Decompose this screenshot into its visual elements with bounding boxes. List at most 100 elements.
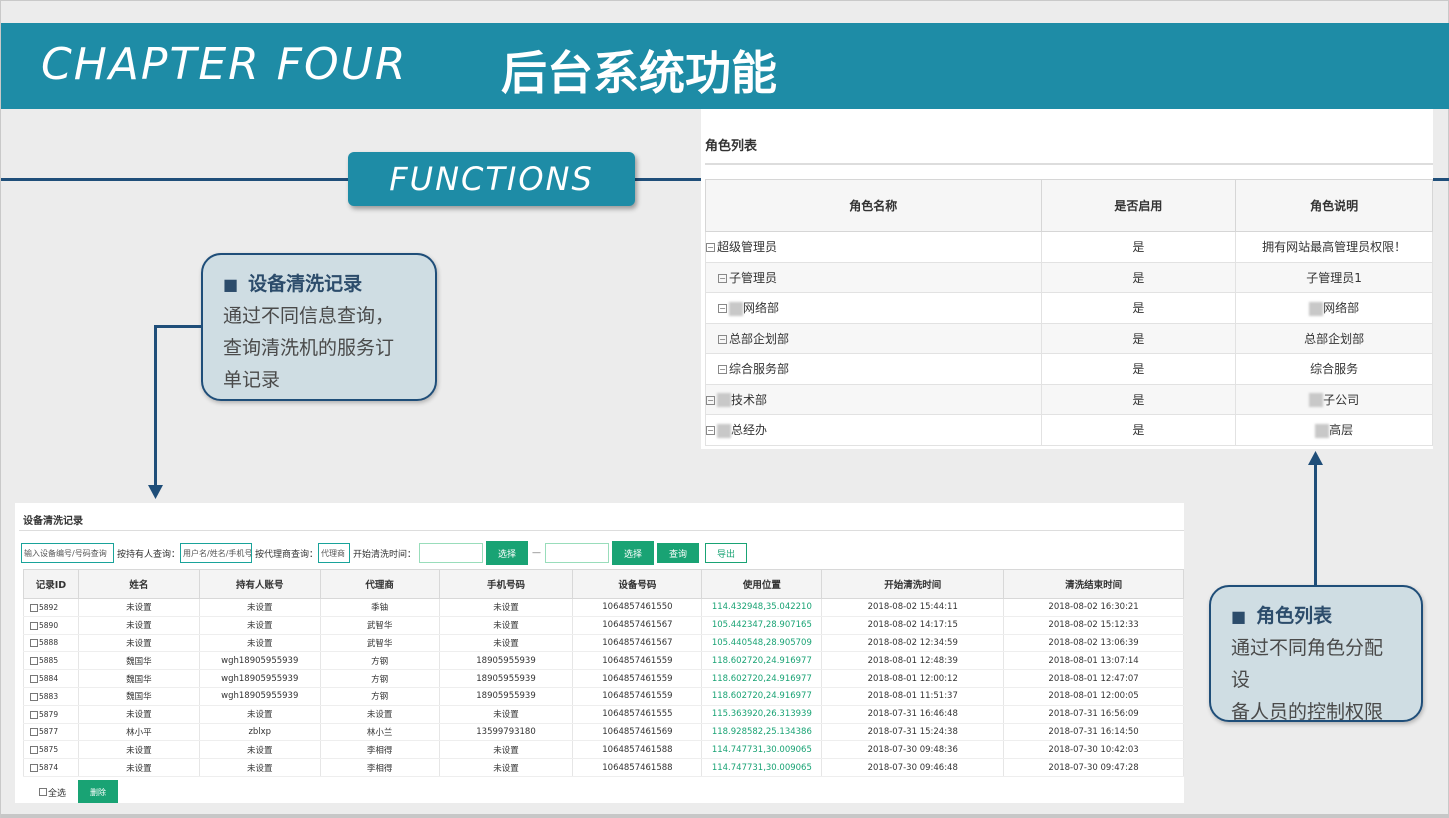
- connector-line: [1314, 463, 1317, 585]
- role-enabled: 是: [1040, 231, 1237, 263]
- role-name-cell: − 超级管理员: [705, 231, 1042, 263]
- role-name: 综合服务部: [729, 362, 790, 377]
- cell-holder-account: 未设置: [198, 598, 321, 617]
- end-time-input[interactable]: [545, 543, 610, 563]
- tree-collapse-icon[interactable]: −: [718, 273, 727, 283]
- role-row[interactable]: − 网络部 是 网络部: [705, 292, 1433, 324]
- arrow-up-icon: [1308, 451, 1323, 465]
- agent-search-input[interactable]: 代理商: [318, 543, 351, 563]
- delete-button[interactable]: 删除: [78, 780, 119, 803]
- table-row[interactable]: 5890 未设置 未设置 武智华 未设置 1064857461567 105.442347,…: [23, 616, 1184, 635]
- cell-agent: 武智华: [319, 634, 440, 653]
- cell-agent: 季铀: [319, 598, 440, 617]
- cell-name: 魏国华: [77, 669, 200, 688]
- tree-collapse-icon[interactable]: −: [706, 426, 715, 436]
- device-search-placeholder: 输入设备编号/号码查询: [24, 548, 107, 558]
- role-row[interactable]: − 综合服务部 是 综合服务: [705, 353, 1433, 385]
- table-row[interactable]: 5888 未设置 未设置 武智华 未设置 1064857461567 105.440548,…: [23, 634, 1184, 653]
- role-name-cell: − 总经办: [705, 414, 1042, 446]
- cell-end-time: 2018-08-01 12:00:05: [1003, 687, 1184, 706]
- role-table-header: 角色名称 是否启用 角色说明: [705, 179, 1433, 232]
- row-checkbox[interactable]: [30, 603, 38, 612]
- table-row[interactable]: 5877 林小平 zblxp 林小兰 13599793180 1064857461569 1…: [23, 723, 1184, 742]
- row-checkbox[interactable]: [30, 728, 38, 737]
- row-checkbox[interactable]: [30, 764, 38, 773]
- cell-device-number: 1064857461559: [572, 651, 703, 671]
- agent-label: 按代理商查询：: [255, 549, 319, 560]
- cell-start-time: 2018-08-02 15:44:11: [821, 598, 1005, 617]
- select-start-button[interactable]: 选择: [486, 541, 529, 565]
- role-table: 角色名称 是否启用 角色说明 − 超级管理员 是 拥有网站最高管理员权限！ − 子管…: [705, 179, 1433, 446]
- table-row[interactable]: 5884 魏国华 wgh18905955939 方钢 18905955939 106485…: [23, 669, 1184, 688]
- holder-label: 按持有人查询：: [117, 549, 181, 560]
- callout-body: 通过不同信息查询， 查询清洗机的服务订 单记录: [223, 300, 415, 396]
- cell-agent: 方钢: [319, 651, 440, 671]
- start-time-input[interactable]: [419, 543, 484, 563]
- table-row[interactable]: 5879 未设置 未设置 未设置 未设置 1064857461555 115.363920,…: [23, 705, 1184, 724]
- row-checkbox[interactable]: [30, 710, 38, 719]
- export-button[interactable]: 导出: [705, 543, 748, 563]
- tree-collapse-icon[interactable]: −: [718, 365, 727, 375]
- select-all-label: 全选: [48, 788, 67, 799]
- cell-location: 114.432948,35.042210: [701, 598, 823, 617]
- role-row[interactable]: − 总经办 是 高层: [705, 414, 1433, 446]
- cell-phone: 未设置: [438, 634, 574, 653]
- role-row[interactable]: − 超级管理员 是 拥有网站最高管理员权限！: [705, 231, 1433, 263]
- table-row[interactable]: 5892 未设置 未设置 季铀 未设置 1064857461550 114.432948,3…: [23, 598, 1184, 617]
- table-row[interactable]: 5883 魏国华 wgh18905955939 方钢 18905955939 106485…: [23, 687, 1184, 706]
- cell-name: 未设置: [77, 740, 200, 760]
- role-enabled: 是: [1040, 414, 1237, 446]
- row-checkbox[interactable]: [30, 746, 38, 755]
- holder-search-input[interactable]: 用户名/姓名/手机号: [180, 543, 253, 563]
- cell-holder-account: 未设置: [198, 758, 321, 777]
- cell-start-time: 2018-07-31 15:24:38: [821, 723, 1005, 742]
- tree-collapse-icon[interactable]: −: [706, 243, 715, 253]
- tree-collapse-icon[interactable]: −: [706, 395, 715, 405]
- callout-cleaning-records: ■ 设备清洗记录 通过不同信息查询， 查询清洗机的服务订 单记录: [201, 253, 437, 401]
- role-name: 网络部: [743, 301, 780, 316]
- cell-end-time: 2018-08-02 13:06:39: [1003, 634, 1184, 653]
- select-end-button[interactable]: 选择: [612, 541, 655, 565]
- role-header-enabled: 是否启用: [1040, 179, 1237, 232]
- role-name: 总经办: [731, 423, 768, 438]
- connector-line: [154, 325, 201, 328]
- row-checkbox[interactable]: [30, 692, 38, 701]
- role-list-screenshot: 角色列表 角色名称 是否启用 角色说明 − 超级管理员 是 拥有网站最高管理员权限…: [701, 109, 1433, 449]
- agent-search-placeholder: 代理商: [321, 548, 346, 558]
- table-row[interactable]: 5885 魏国华 wgh18905955939 方钢 18905955939 106485…: [23, 651, 1184, 671]
- chapter-title-cn: 后台系统功能: [501, 46, 777, 100]
- row-checkbox[interactable]: [30, 675, 38, 684]
- start-time-label: 开始清洗时间：: [353, 549, 417, 560]
- cell-name: 魏国华: [77, 687, 200, 706]
- record-id-text: 5885: [39, 656, 59, 666]
- cell-location: 118.928582,25.134386: [701, 723, 823, 742]
- square-bullet-icon: ■: [1231, 607, 1247, 626]
- cell-record-id: 5888: [23, 634, 79, 653]
- role-name: 总部企划部: [729, 331, 790, 346]
- device-search-input[interactable]: 输入设备编号/号码查询: [21, 543, 114, 563]
- role-name: 超级管理员: [717, 240, 778, 255]
- role-row[interactable]: − 技术部 是 子公司: [705, 383, 1433, 415]
- row-checkbox[interactable]: [30, 639, 38, 648]
- role-name: 子管理员: [729, 270, 778, 285]
- cell-name: 未设置: [77, 705, 200, 724]
- row-checkbox[interactable]: [30, 657, 38, 666]
- role-name: 技术部: [731, 392, 768, 407]
- select-all-checkbox[interactable]: [39, 788, 47, 796]
- col-end-time: 清洗结束时间: [1003, 569, 1184, 599]
- col-location: 使用位置: [701, 569, 823, 599]
- cell-start-time: 2018-08-01 12:48:39: [821, 651, 1005, 671]
- tree-collapse-icon[interactable]: −: [718, 334, 727, 344]
- table-row[interactable]: 5874 未设置 未设置 李相得 未设置 1064857461588 114.747731,…: [23, 758, 1184, 777]
- table-row[interactable]: 5875 未设置 未设置 李相得 未设置 1064857461588 114.747731,…: [23, 740, 1184, 760]
- row-checkbox[interactable]: [30, 621, 38, 630]
- cell-record-id: 5885: [23, 651, 79, 671]
- role-row[interactable]: − 子管理员 是 子管理员1: [705, 261, 1433, 293]
- cell-device-number: 1064857461569: [572, 723, 703, 742]
- tree-collapse-icon[interactable]: −: [718, 304, 727, 314]
- query-button[interactable]: 查询: [657, 543, 700, 563]
- square-bullet-icon: ■: [223, 275, 239, 294]
- role-row[interactable]: − 总部企划部 是 总部企划部: [705, 322, 1433, 354]
- role-desc: 拥有网站最高管理员权限！: [1235, 231, 1433, 263]
- cell-end-time: 2018-08-02 15:12:33: [1003, 616, 1184, 635]
